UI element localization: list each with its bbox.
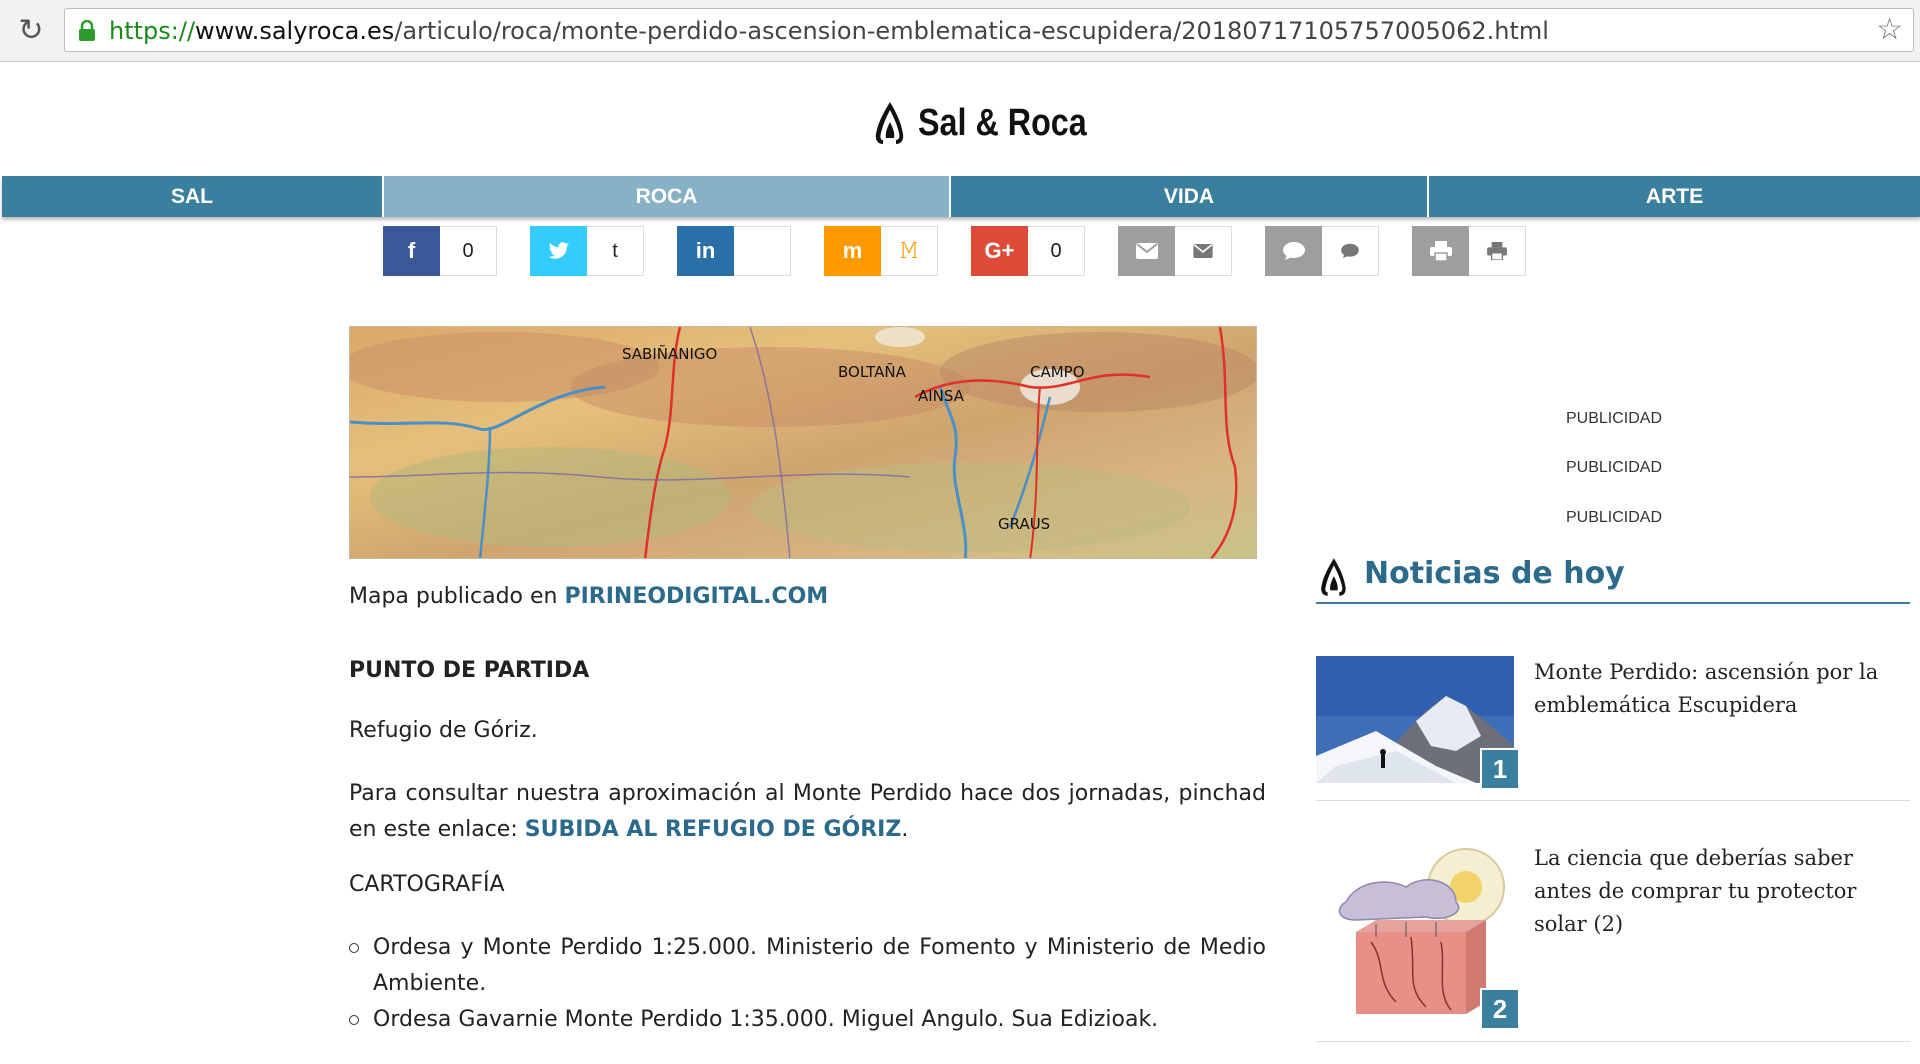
share-comments[interactable] [1265,226,1379,276]
map-label-boltana: BOLTAÑA [838,362,907,381]
print-icon[interactable] [1412,226,1469,276]
share-twitter[interactable]: t [530,226,644,276]
map-label-ainsa: AINSA [918,387,965,405]
meneame-secondary-icon: 𝙼 [881,226,938,276]
logo-flame-icon [875,102,904,144]
share-email[interactable] [1118,226,1232,276]
facebook-count: 0 [440,226,497,276]
news-item-2[interactable]: 2 La ciencia que deberías saber antes de… [1316,842,1910,1042]
main-nav: SAL ROCA VIDA ARTE [2,176,1920,217]
share-facebook[interactable]: f 0 [383,226,497,276]
ad-label: PUBLICIDAD [1566,410,1663,427]
section-cartography: CARTOGRAFÍA [349,872,505,897]
section-heading: PUNTO DE PARTIDA [349,658,590,683]
news-item-title[interactable]: La ciencia que deberías saber antes de c… [1534,842,1894,941]
list-item: Ordesa y Monte Perdido 1:25.000. Ministe… [349,930,1266,1002]
list-item: Ordesa Gavarnie Monte Perdido 1:35.000. … [349,1002,1266,1038]
facebook-icon[interactable]: f [383,226,440,276]
news-title-text: Noticias de hoy [1364,556,1625,591]
linkedin-count [734,226,791,276]
nav-item-vida[interactable]: VIDA [951,176,1429,217]
print-secondary-icon [1469,226,1526,276]
news-section-title: Noticias de hoy [1316,556,1910,604]
paragraph-start-point: Refugio de Góriz. [349,718,538,743]
nav-item-sal[interactable]: SAL [2,176,384,217]
ad-label: PUBLICIDAD [1566,459,1663,476]
approach-suffix: . [901,817,909,842]
map-label-sabinanigo: SABIÑANIGO [622,344,717,363]
google-plus-count: 0 [1028,226,1085,276]
nav-item-arte[interactable]: ARTE [1429,176,1920,217]
url-text: https://www.salyroca.es/articulo/roca/mo… [109,17,1549,45]
lock-icon [79,20,95,41]
browser-toolbar: ↻ https://www.salyroca.es/articulo/roca/… [0,0,1920,62]
url-host: www.salyroca.es [195,17,395,45]
bookmark-star-icon[interactable]: ☆ [1876,15,1903,45]
share-meneame[interactable]: m 𝙼 [824,226,938,276]
share-print[interactable] [1412,226,1526,276]
linkedin-icon[interactable]: in [677,226,734,276]
comment-secondary-icon [1322,226,1379,276]
pirineodigital-link[interactable]: PIRINEODIGITAL.COM [564,584,828,609]
news-rank-badge: 1 [1480,748,1520,790]
article-map-image: SABIÑANIGO BOLTAÑA AINSA CAMPO GRAUS [349,326,1257,559]
share-google-plus[interactable]: G+ 0 [971,226,1085,276]
reload-icon[interactable]: ↻ [14,14,48,48]
logo-text: Sal & Roca [918,101,1087,144]
share-linkedin[interactable]: in [677,226,791,276]
map-label-campo: CAMPO [1030,363,1085,381]
twitter-icon[interactable] [530,226,587,276]
google-plus-icon[interactable]: G+ [971,226,1028,276]
cartography-list: Ordesa y Monte Perdido 1:25.000. Ministe… [349,930,1266,1038]
nav-item-roca[interactable]: ROCA [384,176,951,217]
twitter-count: t [587,226,644,276]
goriz-link[interactable]: SUBIDA AL REFUGIO DE GÓRIZ [525,817,902,842]
news-rank-badge: 2 [1480,988,1520,1030]
url-path: /articulo/roca/monte-perdido-ascension-e… [394,17,1549,45]
comment-icon[interactable] [1265,226,1322,276]
news-item-1[interactable]: 1 Monte Perdido: ascensión por la emblem… [1316,656,1910,801]
meneame-icon[interactable]: m [824,226,881,276]
url-scheme: https:// [109,17,196,45]
map-caption: Mapa publicado en PIRINEODIGITAL.COM [349,584,1266,609]
paragraph-approach: Para consultar nuestra aproximación al M… [349,776,1266,848]
news-item-title[interactable]: Monte Perdido: ascensión por la emblemát… [1534,656,1894,722]
email-secondary-icon [1175,226,1232,276]
site-logo[interactable]: Sal & Roca [870,100,1117,146]
address-bar[interactable]: https://www.salyroca.es/articulo/roca/mo… [64,8,1914,52]
map-label-graus: GRAUS [998,515,1050,533]
caption-text: Mapa publicado en [349,584,565,609]
logo-flame-icon [1321,558,1346,596]
ad-label: PUBLICIDAD [1566,509,1663,526]
email-icon[interactable] [1118,226,1175,276]
